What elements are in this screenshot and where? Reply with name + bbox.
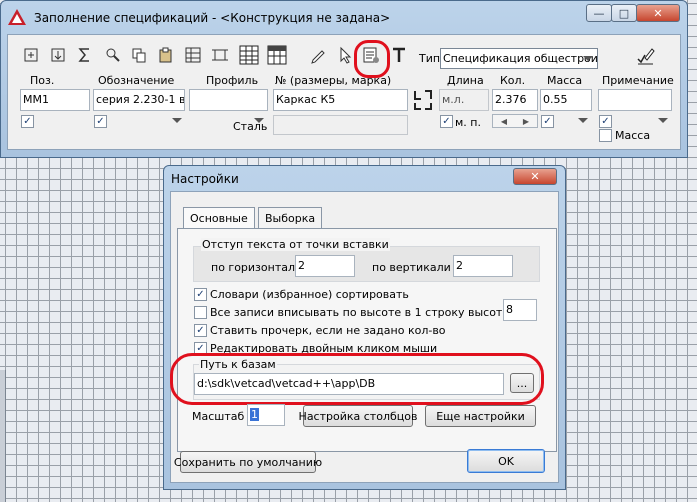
spin-right-icon[interactable]: ▶ (523, 117, 529, 126)
save-default-button[interactable]: Сохранить по умолчанию (174, 451, 322, 473)
type-label: Тип (419, 52, 441, 65)
settings-close-button[interactable]: ✕ (513, 168, 557, 185)
insert-row-icon[interactable] (46, 43, 70, 67)
ok-button[interactable]: OK (467, 449, 545, 473)
window-title: Заполнение спецификаций - <Конструкция н… (34, 11, 391, 25)
zoom-search-icon[interactable] (100, 43, 124, 67)
mass-checkbox[interactable]: ✓ (541, 115, 554, 128)
vertical-label: по вертикали (372, 261, 451, 274)
highlight-settings-button (354, 40, 390, 78)
pos-checkbox[interactable]: ✓ (21, 115, 34, 128)
designation-checkbox[interactable]: ✓ (94, 115, 107, 128)
title-bar[interactable]: Заполнение спецификаций - <Конструкция н… (1, 1, 687, 34)
col-length: Длина (447, 74, 484, 87)
scale-input[interactable]: 1 (247, 404, 285, 426)
row-height-input[interactable]: 8 (503, 299, 537, 321)
dimension-toggle-icon[interactable] (413, 89, 433, 111)
more-settings-button[interactable]: Еще настройки (425, 405, 536, 427)
col-note: Примечание (602, 74, 674, 87)
type-select[interactable]: Спецификация общестрои (440, 48, 598, 69)
mass-field[interactable]: 0.55 (540, 89, 592, 111)
number-field[interactable]: Каркас К5 (273, 89, 408, 111)
single-row-checkbox[interactable] (194, 306, 207, 319)
sort-dictionaries-label: Словари (избранное) сортировать (210, 288, 409, 301)
note-checkbox[interactable]: ✓ (599, 115, 612, 128)
text-icon[interactable] (387, 43, 411, 67)
minimize-button[interactable]: — (586, 4, 612, 22)
tab-basic[interactable]: Основные (183, 207, 255, 229)
sort-dictionaries-checkbox[interactable]: ✓ (194, 288, 207, 301)
col-profile: Профиль (206, 74, 259, 87)
col-pos: Поз. (30, 74, 55, 87)
spin-left-icon[interactable]: ◀ (501, 117, 507, 126)
designation-dropdown-icon[interactable] (172, 118, 182, 123)
mass-dropdown-icon[interactable] (578, 118, 588, 123)
sum-icon[interactable] (73, 43, 97, 67)
length-unit-label: м. п. (455, 116, 481, 129)
col-qty: Кол. (500, 74, 526, 87)
qty-spinner[interactable]: ◀ ▶ (492, 114, 538, 128)
pen-icon[interactable] (306, 43, 330, 67)
settings-title: Настройки (171, 172, 239, 186)
scale-value: 1 (250, 408, 259, 421)
paste-icon[interactable] (154, 43, 178, 67)
note-dropdown-icon[interactable] (658, 118, 668, 123)
col-designation: Обозначение (98, 74, 175, 87)
designation-field[interactable]: серия 2.230-1 в.5 (93, 89, 185, 111)
note-field[interactable] (598, 89, 672, 111)
sign-edit-icon[interactable] (633, 43, 657, 67)
length-field[interactable]: м.л. (439, 89, 489, 111)
dash-if-no-qty-checkbox[interactable]: ✓ (194, 324, 207, 337)
qty-field[interactable]: 2.376 (492, 89, 538, 111)
type-select-value: Спецификация общестрои (443, 52, 598, 65)
columns-setup-button[interactable]: Настройка столбцов (299, 405, 417, 427)
single-row-label: Все записи вписывать по высоте в 1 строк… (210, 306, 520, 319)
drawing-ruler (0, 370, 6, 502)
close-button[interactable]: ✕ (636, 4, 680, 22)
horizontal-label: по горизонтали (211, 261, 303, 274)
pos-field[interactable]: MM1 (20, 89, 90, 111)
copy-icon[interactable] (127, 43, 151, 67)
profile-field[interactable] (189, 89, 268, 111)
table-alt-icon[interactable] (265, 43, 289, 67)
highlight-db-path (170, 353, 544, 405)
length-checkbox[interactable]: ✓ (440, 115, 453, 128)
steel-label: Сталь (233, 120, 268, 133)
mass-total-label: Масса (615, 129, 651, 142)
autocad-icon (7, 8, 27, 26)
vertical-input[interactable]: 2 (453, 255, 513, 277)
indent-group-label: Отступ текста от точки вставки (201, 238, 390, 251)
table-icon[interactable] (237, 43, 261, 67)
tab-selection[interactable]: Выборка (258, 207, 323, 229)
frame-icon[interactable] (208, 43, 232, 67)
scale-label: Масштаб (192, 410, 245, 423)
col-number: № (размеры, марка) (275, 74, 392, 87)
mass-total-checkbox[interactable] (599, 129, 612, 142)
steel-field[interactable] (273, 115, 408, 135)
maximize-button[interactable]: □ (611, 4, 637, 22)
col-mass: Масса (547, 74, 583, 87)
chevron-down-icon[interactable] (583, 56, 593, 61)
dash-if-no-qty-label: Ставить прочерк, если не задано кол-во (210, 324, 446, 337)
add-row-icon[interactable] (19, 43, 43, 67)
horizontal-input[interactable]: 2 (295, 255, 355, 277)
table-grid-icon[interactable] (181, 43, 205, 67)
